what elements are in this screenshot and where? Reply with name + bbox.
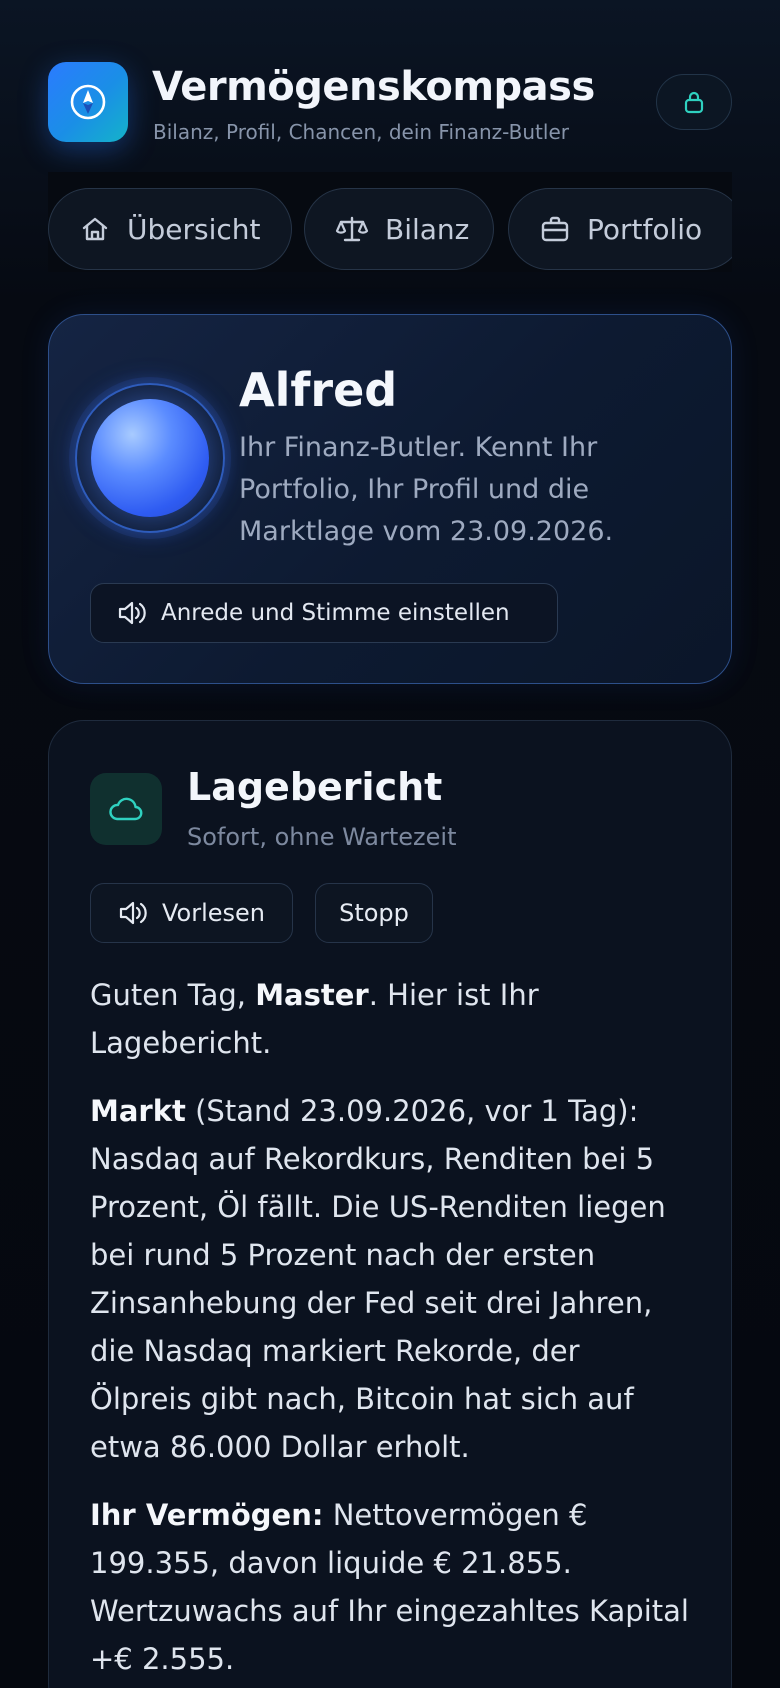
speaker-icon: [119, 901, 147, 925]
greeting-name: Master: [255, 978, 369, 1012]
stop-button[interactable]: Stopp: [315, 883, 433, 943]
report-subtitle: Sofort, ohne Wartezeit: [187, 823, 457, 851]
report-card: Lagebericht Sofort, ohne Wartezeit Vorle…: [48, 720, 732, 1688]
report-title: Lagebericht: [187, 765, 443, 809]
report-market: Markt (Stand 23.09.2026, vor 1 Tag): Nas…: [90, 1087, 690, 1471]
read-aloud-label: Vorlesen: [161, 899, 266, 927]
lock-icon: [684, 91, 704, 114]
tab-uebersicht[interactable]: Übersicht: [48, 188, 292, 270]
compass-icon: [48, 62, 128, 142]
butler-card: Alfred Ihr Finanz-Butler. Kennt Ihr Port…: [48, 314, 732, 684]
stop-label: Stopp: [339, 899, 409, 927]
scale-icon: [335, 216, 369, 242]
voice-settings-button[interactable]: Anrede und Stimme einstellen: [90, 583, 558, 643]
tab-portfolio[interactable]: Portfolio: [508, 188, 732, 270]
butler-description: Ihr Finanz-Butler. Kennt Ihr Portfolio, …: [239, 432, 614, 547]
tab-bar: Übersicht Bilanz Portfolio: [48, 172, 732, 272]
report-body: Guten Tag, Master. Hier ist Ihr Lageberi…: [90, 971, 690, 1688]
voice-settings-label: Anrede und Stimme einstellen: [161, 600, 510, 626]
briefcase-icon: [541, 216, 569, 242]
butler-name: Alfred: [239, 363, 398, 417]
wealth-label: Ihr Vermögen:: [90, 1498, 324, 1532]
tab-label: Bilanz: [385, 212, 470, 246]
report-greeting: Guten Tag, Master. Hier ist Ihr Lageberi…: [90, 971, 690, 1067]
market-text: (Stand 23.09.2026, vor 1 Tag): Nasdaq au…: [90, 1094, 666, 1464]
tab-bilanz[interactable]: Bilanz: [304, 188, 494, 270]
home-icon: [82, 217, 108, 241]
cloud-icon: [90, 773, 162, 845]
read-aloud-button[interactable]: Vorlesen: [90, 883, 293, 943]
lock-button[interactable]: [656, 74, 732, 130]
app-title: Vermögenskompass: [152, 64, 595, 110]
butler-avatar[interactable]: [91, 399, 209, 517]
greeting-text: Guten Tag,: [90, 978, 256, 1012]
speaker-icon: [118, 601, 146, 625]
tab-label: Übersicht: [127, 212, 261, 246]
report-wealth: Ihr Vermögen: Nettovermögen € 199.355, d…: [90, 1491, 690, 1683]
tab-label: Portfolio: [587, 212, 703, 246]
market-label: Markt: [90, 1094, 186, 1128]
app-subtitle: Bilanz, Profil, Chancen, dein Finanz-But…: [153, 120, 569, 144]
app-header: Vermögenskompass Bilanz, Profil, Chancen…: [48, 62, 732, 144]
